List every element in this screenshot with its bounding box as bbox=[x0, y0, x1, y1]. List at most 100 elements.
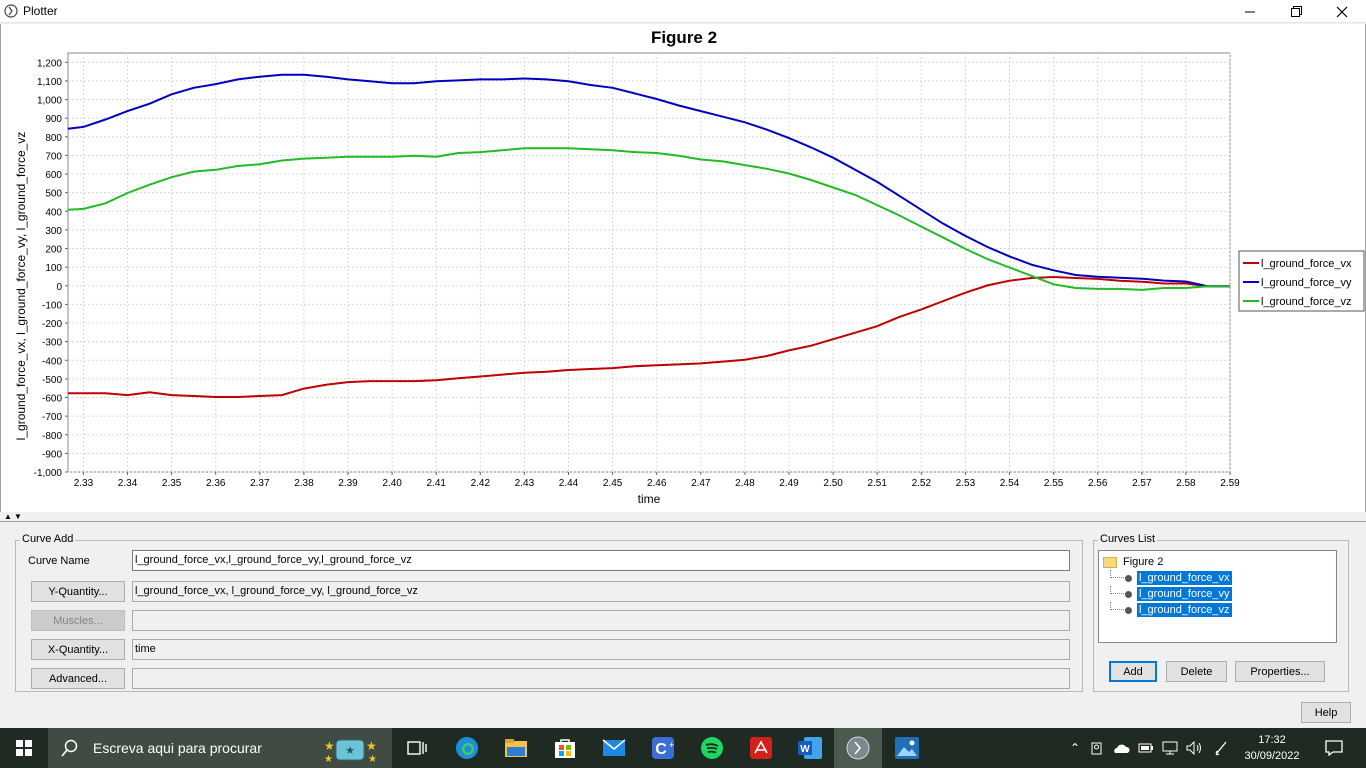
y-tick-label: 400 bbox=[45, 207, 62, 218]
advanced-button[interactable]: Advanced... bbox=[31, 668, 125, 689]
x-tick-label: 2.40 bbox=[382, 478, 402, 489]
curve-node-icon bbox=[1125, 606, 1132, 614]
chevron-up-icon[interactable]: ⌃ bbox=[1070, 741, 1080, 755]
y-tick-label: 800 bbox=[45, 133, 62, 144]
search-icon bbox=[61, 739, 78, 757]
x-tick-label: 2.50 bbox=[823, 478, 843, 489]
x-tick-label: 2.37 bbox=[250, 478, 270, 489]
volume-icon[interactable] bbox=[1186, 741, 1204, 755]
svg-text:★: ★ bbox=[368, 754, 377, 764]
clock[interactable]: 17:32 30/09/2022 bbox=[1242, 732, 1302, 764]
x-tick-label: 2.48 bbox=[735, 478, 755, 489]
x-tick-label: 2.49 bbox=[779, 478, 799, 489]
properties-button[interactable]: Properties... bbox=[1235, 661, 1325, 682]
y-quantity-button[interactable]: Y-Quantity... bbox=[31, 581, 125, 602]
x-tick-label: 2.58 bbox=[1176, 478, 1196, 489]
folder-icon bbox=[1103, 556, 1117, 568]
help-button[interactable]: Help bbox=[1301, 702, 1351, 723]
curves-tree[interactable]: Figure 2 l_ground_force_vx l_ground_forc… bbox=[1098, 550, 1337, 643]
curve-add-group: Curve Add Curve Name l_ground_force_vx,l… bbox=[15, 533, 1083, 692]
cortana-tv-icon[interactable]: ★ ★ ★ ★ ★ bbox=[318, 732, 382, 764]
x-tick-label: 2.47 bbox=[691, 478, 711, 489]
tree-item-vy[interactable]: l_ground_force_vy bbox=[1110, 586, 1232, 602]
svg-text:★: ★ bbox=[345, 745, 355, 757]
mail-icon[interactable] bbox=[602, 736, 626, 760]
restore-icon bbox=[1290, 6, 1302, 17]
restore-button[interactable] bbox=[1273, 0, 1319, 23]
window-titlebar: Plotter bbox=[0, 0, 1366, 23]
advanced-field bbox=[132, 668, 1070, 689]
x-tick-label: 2.41 bbox=[426, 478, 446, 489]
minimize-button[interactable] bbox=[1227, 0, 1273, 23]
svg-text:★: ★ bbox=[366, 739, 377, 753]
network-icon[interactable] bbox=[1162, 741, 1178, 755]
y-tick-label: 300 bbox=[45, 226, 62, 237]
tree-root-label: Figure 2 bbox=[1123, 556, 1164, 568]
y-tick-label: -800 bbox=[42, 431, 62, 442]
muscles-button[interactable]: Muscles... bbox=[31, 610, 125, 631]
x-tick-label: 2.39 bbox=[338, 478, 358, 489]
edge-icon[interactable] bbox=[455, 736, 479, 760]
task-view-icon[interactable] bbox=[405, 736, 429, 760]
store-icon[interactable] bbox=[553, 736, 577, 760]
delete-curve-button[interactable]: Delete bbox=[1166, 661, 1227, 682]
splitter[interactable]: ▲ ▼ bbox=[0, 512, 1366, 522]
y-tick-label: -300 bbox=[42, 338, 62, 349]
legend: l_ground_force_vx l_ground_force_vy l_gr… bbox=[1238, 250, 1365, 312]
file-explorer-icon[interactable] bbox=[504, 736, 528, 760]
x-tick-label: 2.53 bbox=[956, 478, 976, 489]
opensim-icon[interactable] bbox=[846, 736, 870, 760]
spotify-icon[interactable] bbox=[700, 736, 724, 760]
minimize-icon bbox=[1245, 11, 1255, 12]
plot-area bbox=[67, 52, 1231, 473]
taskbar-search[interactable]: Escreva aqui para procurar ★ ★ ★ ★ ★ bbox=[48, 728, 392, 768]
tree-item-label: l_ground_force_vy bbox=[1137, 587, 1232, 601]
svg-text:+: + bbox=[669, 740, 674, 750]
y-quantity-field: l_ground_force_vx, l_ground_force_vy, l_… bbox=[132, 581, 1070, 602]
system-tray: ⌃ bbox=[1070, 728, 1230, 768]
x-tick-label: 2.35 bbox=[162, 478, 182, 489]
curve-name-input[interactable]: l_ground_force_vx,l_ground_force_vy,l_gr… bbox=[132, 550, 1070, 571]
battery-icon[interactable] bbox=[1138, 742, 1154, 754]
x-tick-label: 2.42 bbox=[471, 478, 491, 489]
y-axis-label: l_ground_force_vx, l_ground_force_vy, l_… bbox=[14, 132, 28, 441]
onedrive-icon[interactable] bbox=[1112, 742, 1130, 754]
app-c-icon[interactable]: C + bbox=[651, 736, 675, 760]
y-tick-label: 500 bbox=[45, 189, 62, 200]
x-tick-label: 2.34 bbox=[118, 478, 138, 489]
start-button[interactable] bbox=[0, 728, 48, 768]
collapse-down-icon[interactable]: ▼ bbox=[14, 513, 22, 521]
windows-start-icon bbox=[16, 740, 32, 756]
y-tick-label: -1,000 bbox=[34, 468, 63, 479]
tree-item-vx[interactable]: l_ground_force_vx bbox=[1110, 570, 1232, 586]
curve-node-icon bbox=[1125, 574, 1132, 582]
acrobat-icon[interactable] bbox=[749, 736, 773, 760]
x-tick-label: 2.45 bbox=[603, 478, 623, 489]
close-button[interactable] bbox=[1319, 0, 1365, 23]
chart-panel[interactable]: Figure 2 1,200 1,100 1,000 900 800 700 600 500 4… bbox=[0, 24, 1366, 512]
pen-icon[interactable] bbox=[1214, 740, 1230, 756]
clock-date: 30/09/2022 bbox=[1244, 750, 1300, 762]
tree-root-figure[interactable]: Figure 2 bbox=[1103, 554, 1163, 570]
x-tick-label: 2.33 bbox=[74, 478, 94, 489]
tree-item-label: l_ground_force_vz bbox=[1137, 603, 1232, 617]
y-tick-label: -700 bbox=[42, 412, 62, 423]
svg-text:W: W bbox=[800, 744, 810, 755]
tree-item-vz[interactable]: l_ground_force_vz bbox=[1110, 602, 1232, 618]
meet-now-icon[interactable] bbox=[1090, 740, 1104, 756]
controls-panel: Curve Add Curve Name l_ground_force_vx,l… bbox=[0, 522, 1366, 728]
x-tick-label: 2.57 bbox=[1132, 478, 1152, 489]
collapse-up-icon[interactable]: ▲ bbox=[4, 513, 12, 521]
search-placeholder: Escreva aqui para procurar bbox=[93, 740, 262, 756]
x-quantity-button[interactable]: X-Quantity... bbox=[31, 639, 125, 660]
add-curve-button[interactable]: Add bbox=[1109, 661, 1157, 682]
y-tick-label: -500 bbox=[42, 375, 62, 386]
y-tick-label: -600 bbox=[42, 394, 62, 405]
line-chart[interactable]: Figure 2 1,200 1,100 1,000 900 800 700 600 500 4… bbox=[1, 24, 1366, 512]
svg-text:★: ★ bbox=[324, 754, 333, 764]
y-tick-label: 600 bbox=[45, 170, 62, 181]
photos-icon[interactable] bbox=[895, 736, 919, 760]
y-tick-label: -100 bbox=[42, 300, 62, 311]
notifications-icon[interactable] bbox=[1322, 736, 1346, 760]
word-icon[interactable]: W bbox=[798, 736, 822, 760]
